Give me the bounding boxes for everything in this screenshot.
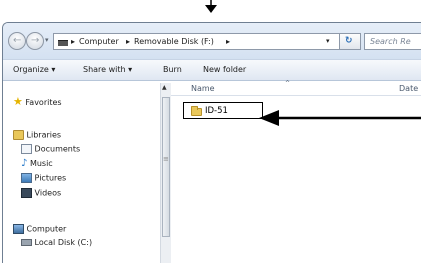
folder-icon xyxy=(191,106,202,116)
explorer-window: ← → ▾ ▸ Computer ▸ Removable Disk (F:) ▸… xyxy=(2,22,421,263)
share-with-menu[interactable]: Share with ▾ xyxy=(83,65,132,74)
nav-computer[interactable]: Computer xyxy=(13,224,66,234)
scrollbar-thumb[interactable] xyxy=(162,97,170,237)
search-placeholder: Search Re xyxy=(370,37,411,46)
refresh-icon: ↻ xyxy=(345,36,353,46)
nav-favorites[interactable]: ★ Favorites xyxy=(13,95,62,108)
recent-pages-icon[interactable]: ▾ xyxy=(45,36,49,44)
column-header-date[interactable]: Date r xyxy=(399,84,421,93)
nav-videos[interactable]: Videos xyxy=(21,188,61,198)
videos-icon xyxy=(21,188,32,198)
nav-music-label: Music xyxy=(29,159,53,168)
navigation-pane: ★ Favorites Libraries Documents ♪ Music … xyxy=(3,81,158,261)
nav-music[interactable]: ♪ Music xyxy=(21,158,53,169)
nav-videos-label: Videos xyxy=(34,188,62,198)
address-bar[interactable]: ▸ Computer ▸ Removable Disk (F:) ▸ ▾ xyxy=(53,33,340,50)
command-bar: Organize ▾ Share with ▾ Burn New folder xyxy=(3,59,421,81)
crumb-separator: ▸ xyxy=(126,37,131,46)
nav-libraries[interactable]: Libraries xyxy=(13,130,61,140)
pictures-icon xyxy=(21,173,32,183)
title-bar: ← → ▾ ▸ Computer ▸ Removable Disk (F:) ▸… xyxy=(3,23,421,59)
organize-menu[interactable]: Organize ▾ xyxy=(13,65,55,74)
nav-pictures[interactable]: Pictures xyxy=(21,173,66,183)
local-disk-icon xyxy=(21,239,32,246)
back-button[interactable]: ← xyxy=(8,32,26,50)
address-dropdown-icon[interactable]: ▾ xyxy=(326,37,330,45)
column-header-name[interactable]: Name xyxy=(191,84,215,93)
music-note-icon: ♪ xyxy=(21,158,28,169)
libraries-icon xyxy=(13,130,24,140)
drive-icon xyxy=(58,40,68,46)
star-icon: ★ xyxy=(13,95,23,108)
column-header-row: Name ^ Date r xyxy=(171,80,421,96)
nav-local-disk[interactable]: Local Disk (C:) xyxy=(21,238,92,247)
folder-item-id-51[interactable]: ID-51 xyxy=(183,102,263,119)
sort-arrow-icon: ^ xyxy=(285,80,291,87)
scroll-up-icon[interactable]: ▲ xyxy=(162,84,167,91)
breadcrumb-removable-disk[interactable]: Removable Disk (F:) xyxy=(134,37,214,46)
back-arrow-icon: ← xyxy=(13,35,22,46)
nav-pane-scrollbar[interactable]: ▲ ≡ xyxy=(160,83,171,263)
nav-computer-label: Computer xyxy=(26,224,67,234)
search-box[interactable]: Search Re xyxy=(364,33,421,50)
nav-pictures-label: Pictures xyxy=(34,173,67,183)
file-list-pane: Name ^ Date r ID-51 xyxy=(171,80,421,261)
crumb-separator: ▸ xyxy=(226,37,231,46)
nav-libraries-label: Libraries xyxy=(26,130,62,140)
nav-favorites-label: Favorites xyxy=(25,98,62,107)
folder-name: ID-51 xyxy=(205,106,228,116)
nav-documents[interactable]: Documents xyxy=(21,144,80,154)
refresh-button[interactable]: ↻ xyxy=(339,33,361,50)
breadcrumb-computer[interactable]: Computer xyxy=(79,37,119,46)
documents-icon xyxy=(21,144,32,154)
annotation-arrow-down xyxy=(205,0,217,13)
forward-arrow-icon: → xyxy=(31,35,40,46)
burn-button[interactable]: Burn xyxy=(163,65,182,74)
nav-local-disk-label: Local Disk (C:) xyxy=(34,238,93,247)
nav-documents-label: Documents xyxy=(34,144,81,154)
new-folder-button[interactable]: New folder xyxy=(203,65,246,74)
crumb-separator: ▸ xyxy=(71,37,76,46)
computer-icon xyxy=(13,224,24,234)
scroll-grip-icon: ≡ xyxy=(163,155,169,163)
forward-button[interactable]: → xyxy=(26,32,44,50)
